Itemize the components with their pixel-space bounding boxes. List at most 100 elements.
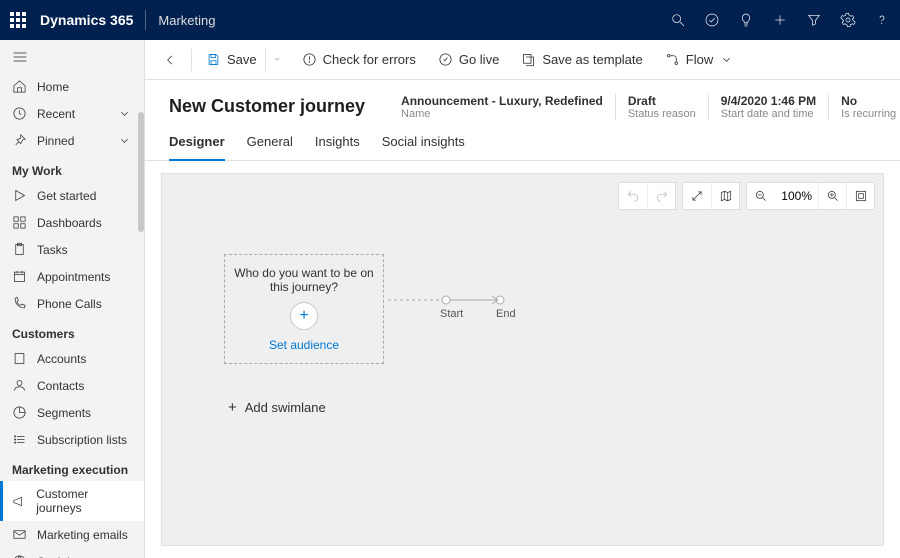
calendar-icon [12, 269, 27, 284]
app-bar: Dynamics 365 Marketing [0, 0, 900, 40]
pin-icon [12, 133, 27, 148]
cmd-label: Flow [686, 52, 713, 67]
tab-designer[interactable]: Designer [169, 134, 225, 161]
save-as-template-button[interactable]: Save as template [513, 48, 650, 71]
header-field-recurring[interactable]: NoIs recurring [828, 94, 900, 120]
back-button[interactable] [155, 49, 185, 71]
home-icon [12, 79, 27, 94]
chevron-down-icon [719, 52, 734, 67]
flow-button[interactable]: Flow [657, 48, 742, 71]
add-icon[interactable] [772, 12, 788, 28]
building-icon [12, 351, 27, 366]
zoom-in-button[interactable] [818, 183, 846, 209]
phone-icon [12, 296, 27, 311]
navigation-sidebar: Home Recent Pinned My Work Get started D… [0, 40, 145, 558]
chevron-down-icon [117, 106, 132, 121]
fit-button[interactable] [846, 183, 874, 209]
nav-accounts[interactable]: Accounts [0, 345, 144, 372]
nav-segments[interactable]: Segments [0, 399, 144, 426]
megaphone-icon [12, 494, 26, 509]
nav-recent[interactable]: Recent [0, 100, 144, 127]
mail-icon [12, 527, 27, 542]
save-button[interactable]: Save [198, 48, 259, 71]
golive-icon [438, 52, 453, 67]
filter-icon[interactable] [806, 12, 822, 28]
lightbulb-icon[interactable] [738, 12, 754, 28]
header-field-name[interactable]: Announcement - Luxury, RedefinedName [389, 94, 615, 120]
settings-icon[interactable] [840, 12, 856, 28]
end-node-label: End [496, 308, 516, 320]
nav-get-started[interactable]: Get started [0, 182, 144, 209]
pie-icon [12, 405, 27, 420]
nav-tasks[interactable]: Tasks [0, 236, 144, 263]
nav-label: Dashboards [37, 216, 102, 230]
designer-canvas[interactable]: 100% Who do you want to be on this journ… [161, 173, 884, 546]
nav-phone-calls[interactable]: Phone Calls [0, 290, 144, 317]
audience-tile[interactable]: Who do you want to be on this journey? +… [224, 254, 384, 364]
dashboard-icon [12, 215, 27, 230]
nav-label: Segments [37, 406, 91, 420]
chevron-down-icon [117, 133, 132, 148]
audience-prompt: Who do you want to be on this journey? [233, 266, 375, 294]
nav-label: Subscription lists [37, 433, 127, 447]
tab-general[interactable]: General [247, 134, 293, 160]
nav-appointments[interactable]: Appointments [0, 263, 144, 290]
tab-insights[interactable]: Insights [315, 134, 360, 160]
warning-icon [302, 52, 317, 67]
nav-customer-journeys[interactable]: Customer journeys [0, 481, 144, 521]
nav-label: Home [37, 80, 69, 94]
template-icon [521, 52, 536, 67]
nav-contacts[interactable]: Contacts [0, 372, 144, 399]
nav-label: Tasks [37, 243, 68, 257]
nav-group-mywork: My Work [0, 154, 144, 182]
fullscreen-button[interactable] [683, 183, 711, 209]
redo-button[interactable] [647, 183, 675, 209]
cmd-label: Save as template [542, 52, 642, 67]
save-icon [206, 52, 221, 67]
undo-button[interactable] [619, 183, 647, 209]
form-tabs: Designer General Insights Social insight… [145, 120, 900, 161]
tab-social-insights[interactable]: Social insights [382, 134, 465, 160]
zoom-level: 100% [775, 183, 818, 209]
nav-label: Recent [37, 107, 75, 121]
nav-dashboards[interactable]: Dashboards [0, 209, 144, 236]
canvas-toolbar: 100% [618, 182, 875, 210]
search-icon[interactable] [670, 12, 686, 28]
set-audience-link[interactable]: Set audience [269, 338, 339, 352]
start-node-label: Start [440, 308, 463, 320]
check-errors-button[interactable]: Check for errors [294, 48, 424, 71]
add-audience-button[interactable]: + [290, 302, 318, 330]
zoom-out-button[interactable] [747, 183, 775, 209]
nav-pinned[interactable]: Pinned [0, 127, 144, 154]
nav-subscription-lists[interactable]: Subscription lists [0, 426, 144, 453]
nav-label: Contacts [37, 379, 84, 393]
add-swimlane-label: Add swimlane [245, 400, 326, 415]
app-launcher-icon[interactable] [10, 12, 26, 28]
go-live-button[interactable]: Go live [430, 48, 507, 71]
clock-icon [12, 106, 27, 121]
nav-label: Phone Calls [37, 297, 102, 311]
nav-group-marketing-exec: Marketing execution [0, 453, 144, 481]
nav-label: Accounts [37, 352, 86, 366]
nav-marketing-emails[interactable]: Marketing emails [0, 521, 144, 548]
nav-social-posts[interactable]: Social posts [0, 548, 144, 558]
save-dropdown-button[interactable] [265, 48, 288, 71]
command-bar: Save Check for errors Go live Save as te… [145, 40, 900, 80]
add-swimlane-button[interactable]: + Add swimlane [228, 399, 326, 416]
cmd-label: Go live [459, 52, 499, 67]
clipboard-icon [12, 242, 27, 257]
cmd-label: Check for errors [323, 52, 416, 67]
nav-label: Pinned [37, 134, 74, 148]
nav-home[interactable]: Home [0, 73, 144, 100]
product-name: Dynamics 365 [40, 12, 133, 28]
task-icon[interactable] [704, 12, 720, 28]
plus-icon: + [228, 399, 237, 416]
header-field-start[interactable]: 9/4/2020 1:46 PMStart date and time [708, 94, 828, 120]
flow-icon [665, 52, 680, 67]
minimap-button[interactable] [711, 183, 739, 209]
nav-label: Customer journeys [36, 487, 132, 515]
collapse-nav-button[interactable] [0, 40, 144, 73]
help-icon[interactable] [874, 12, 890, 28]
header-field-status[interactable]: DraftStatus reason [615, 94, 708, 120]
area-name[interactable]: Marketing [158, 13, 215, 28]
